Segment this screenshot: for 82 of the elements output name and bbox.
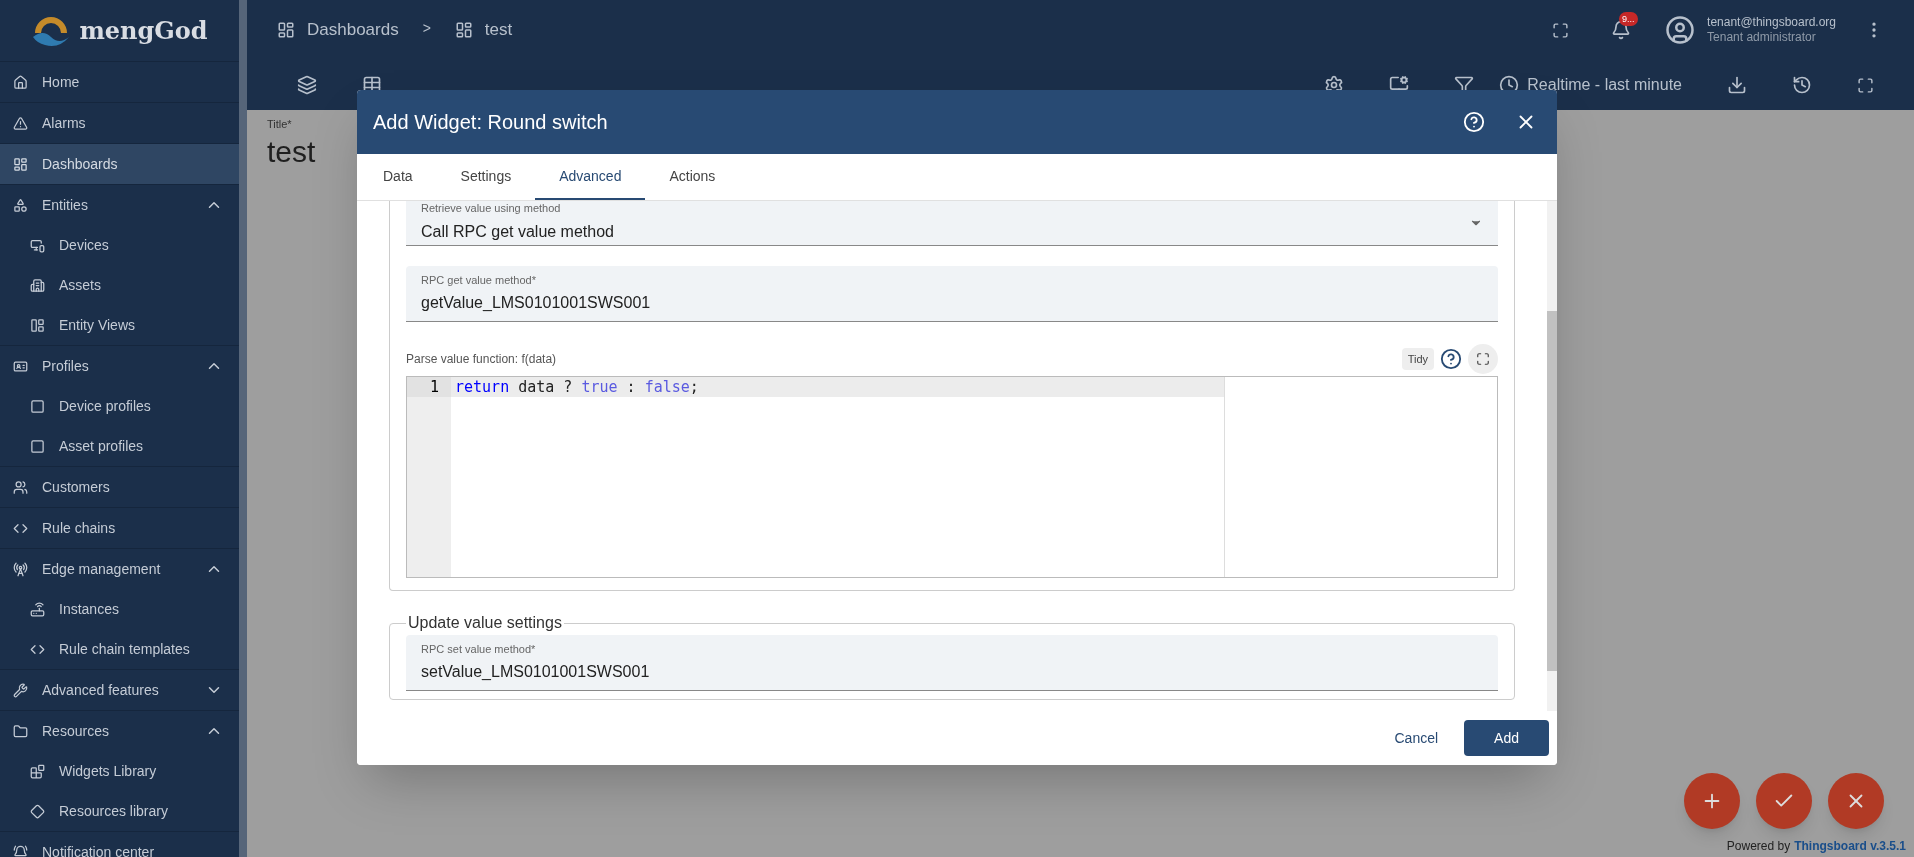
set-method-field[interactable]: RPC set value method* setValue_LMS0101001SWS001 (406, 635, 1498, 691)
sidebar-item[interactable]: Edge management (0, 549, 239, 589)
sidebar-item[interactable]: Instances (0, 589, 239, 629)
nav-icon (13, 115, 28, 131)
sidebar-item[interactable]: Widgets Library (0, 751, 239, 791)
powered-by-text: Powered by (1726, 838, 1791, 855)
dashboard-icon (277, 21, 295, 39)
sidebar-item[interactable]: Devices (0, 225, 239, 265)
nav-icon (13, 844, 28, 857)
fullscreen-icon[interactable] (1857, 76, 1874, 94)
line-number: 1 (407, 377, 451, 397)
nav-icon (30, 317, 45, 333)
nav-icon (13, 74, 28, 90)
cancel-fab[interactable] (1828, 773, 1884, 829)
nav-icon (30, 438, 45, 454)
sidebar-item[interactable]: Home (0, 62, 239, 102)
retrieve-method-select[interactable]: Retrieve value using method Call RPC get value method (406, 201, 1498, 246)
notification-badge: 9... (1619, 12, 1638, 26)
nav-icon (13, 156, 28, 172)
download-icon[interactable] (1727, 75, 1747, 95)
nav-icon (13, 358, 28, 374)
sidebar-item[interactable]: Profiles (0, 346, 239, 386)
nav-icon (13, 723, 28, 739)
logo-text: mengGod (79, 14, 208, 47)
fullscreen-icon[interactable] (1476, 352, 1490, 366)
get-method-field[interactable]: RPC get value method* getValue_LMS0101001SWS001 (406, 266, 1498, 322)
section-legend: Update value settings (406, 611, 564, 635)
nav-icon (30, 763, 45, 779)
breadcrumb-link[interactable]: Dashboards (307, 17, 399, 43)
fullscreen-icon[interactable] (1552, 21, 1570, 39)
dashboard-icon (454, 21, 473, 39)
field-value: getValue_LMS0101001SWS001 (421, 292, 652, 313)
nav-icon (30, 237, 45, 253)
history-icon[interactable] (1792, 75, 1812, 95)
sidebar-item[interactable]: Assets (0, 265, 239, 305)
tab[interactable]: Actions (645, 154, 740, 200)
select-value: Call RPC get value method (421, 221, 615, 242)
sidebar-item[interactable]: Asset profiles (0, 426, 239, 466)
field-label: RPC get value method* (421, 273, 537, 289)
nav-icon (13, 479, 28, 495)
sidebar-item[interactable]: Rule chains (0, 508, 239, 548)
sidebar-item[interactable]: Customers (0, 467, 239, 507)
user-email: tenant@thingsboard.org (1707, 15, 1836, 30)
user-role: Tenant administrator (1707, 30, 1817, 45)
nav-icon (13, 197, 28, 213)
cancel-button[interactable]: Cancel (1382, 720, 1451, 756)
timewindow-button[interactable]: Realtime - last minute (1527, 73, 1682, 97)
sidebar-item[interactable]: Rule chain templates (0, 629, 239, 669)
sidebar-item[interactable]: Entity Views (0, 305, 239, 345)
nav-icon (30, 398, 45, 414)
field-label: Parse value function: f(data) (406, 351, 558, 368)
sidebar-item[interactable]: Dashboards (0, 144, 239, 184)
add-button[interactable]: Add (1464, 720, 1549, 756)
dialog-title: Add Widget: Round switch (373, 110, 609, 135)
tab[interactable]: Settings (436, 154, 536, 200)
nav-icon (30, 601, 45, 617)
sidebar-item[interactable]: Alarms (0, 103, 239, 143)
field-label: Title* (267, 117, 292, 132)
sidebar-item[interactable]: Notification center (0, 832, 239, 857)
tidy-button[interactable]: Tidy (1401, 347, 1434, 371)
layers-icon[interactable] (297, 75, 317, 95)
sidebar-item[interactable]: Entities (0, 185, 239, 225)
field-label: RPC set value method* (421, 642, 537, 658)
breadcrumb-current: test (484, 19, 513, 42)
field-label: Retrieve value using method (421, 202, 562, 214)
nav-icon (30, 803, 45, 819)
dashboard-title: test (267, 133, 316, 170)
nav-icon (13, 561, 28, 577)
sidebar-item[interactable]: Advanced features (0, 670, 239, 710)
code-editor[interactable]: 1 return data ? true : false; (406, 376, 1498, 578)
nav-icon (13, 682, 28, 698)
sidebar-item[interactable]: Resources (0, 711, 239, 751)
field-value: setValue_LMS0101001SWS001 (421, 661, 651, 682)
tab[interactable]: Data (359, 154, 437, 200)
avatar-icon (1665, 15, 1696, 45)
notifications-icon[interactable] (1611, 20, 1632, 40)
scrollbar-thumb[interactable] (1547, 311, 1557, 671)
help-icon[interactable] (1440, 348, 1462, 370)
nav-icon (30, 277, 45, 293)
sidebar-item[interactable]: Resources library (0, 791, 239, 831)
breadcrumb-separator: > (421, 18, 432, 38)
sidebar-item[interactable]: Device profiles (0, 386, 239, 426)
